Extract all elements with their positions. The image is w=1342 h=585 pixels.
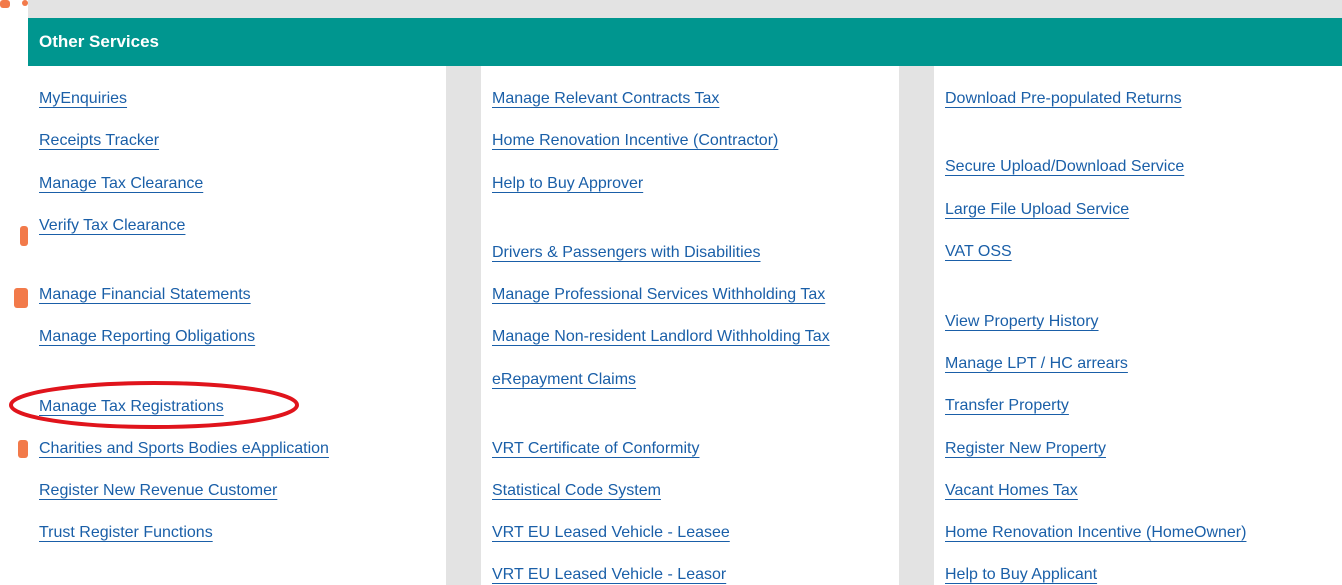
link-vacant-homes-tax[interactable]: Vacant Homes Tax	[945, 481, 1078, 501]
decorative-mark	[22, 0, 28, 6]
link-manage-tax-clearance[interactable]: Manage Tax Clearance	[39, 174, 203, 194]
link-manage-relevant-contracts-tax[interactable]: Manage Relevant Contracts Tax	[492, 89, 719, 109]
left-margin	[0, 0, 28, 585]
link-myenquiries[interactable]: MyEnquiries	[39, 89, 127, 109]
decorative-mark	[14, 288, 28, 308]
link-vrt-eu-leased-leasee[interactable]: VRT EU Leased Vehicle - Leasee	[492, 523, 730, 543]
page: Other Services MyEnquiries Receipts Trac…	[0, 0, 1342, 585]
services-column-1: MyEnquiries Receipts Tracker Manage Tax …	[28, 66, 446, 585]
other-services-panel: Other Services MyEnquiries Receipts Trac…	[28, 18, 1342, 585]
link-download-prepopulated-returns[interactable]: Download Pre-populated Returns	[945, 89, 1182, 109]
link-vat-oss[interactable]: VAT OSS	[945, 242, 1012, 262]
decorative-mark	[20, 226, 28, 246]
link-help-to-buy-approver[interactable]: Help to Buy Approver	[492, 174, 643, 194]
link-trust-register-functions[interactable]: Trust Register Functions	[39, 523, 213, 543]
link-register-new-revenue-customer[interactable]: Register New Revenue Customer	[39, 481, 277, 501]
link-drivers-passengers-disabilities[interactable]: Drivers & Passengers with Disabilities	[492, 243, 761, 263]
link-receipts-tracker[interactable]: Receipts Tracker	[39, 131, 159, 151]
panel-title: Other Services	[28, 18, 1342, 66]
decorative-mark	[18, 440, 28, 458]
link-statistical-code-system[interactable]: Statistical Code System	[492, 481, 661, 501]
link-manage-lpt-hc-arrears[interactable]: Manage LPT / HC arrears	[945, 354, 1128, 374]
link-secure-upload-download[interactable]: Secure Upload/Download Service	[945, 157, 1184, 177]
link-register-new-property[interactable]: Register New Property	[945, 439, 1106, 459]
link-vrt-certificate-conformity[interactable]: VRT Certificate of Conformity	[492, 439, 699, 459]
link-transfer-property[interactable]: Transfer Property	[945, 396, 1069, 416]
link-erepayment-claims[interactable]: eRepayment Claims	[492, 370, 636, 390]
link-manage-reporting-obligations[interactable]: Manage Reporting Obligations	[39, 327, 255, 347]
link-vrt-eu-leased-leasor[interactable]: VRT EU Leased Vehicle - Leasor	[492, 565, 726, 585]
link-non-resident-landlord-withholding[interactable]: Manage Non-resident Landlord Withholding…	[492, 327, 830, 347]
link-home-renovation-homeowner[interactable]: Home Renovation Incentive (HomeOwner)	[945, 523, 1246, 543]
decorative-mark	[0, 0, 10, 8]
link-manage-tax-registrations[interactable]: Manage Tax Registrations	[39, 397, 224, 417]
link-help-to-buy-applicant[interactable]: Help to Buy Applicant	[945, 565, 1097, 585]
services-column-3: Download Pre-populated Returns Secure Up…	[934, 66, 1342, 585]
link-professional-services-withholding[interactable]: Manage Professional Services Withholding…	[492, 285, 825, 305]
link-home-renovation-contractor[interactable]: Home Renovation Incentive (Contractor)	[492, 131, 778, 151]
link-verify-tax-clearance[interactable]: Verify Tax Clearance	[39, 216, 185, 236]
link-view-property-history[interactable]: View Property History	[945, 312, 1099, 332]
services-column-2: Manage Relevant Contracts Tax Home Renov…	[481, 66, 899, 585]
link-manage-financial-statements[interactable]: Manage Financial Statements	[39, 285, 251, 305]
link-large-file-upload[interactable]: Large File Upload Service	[945, 200, 1129, 220]
link-charities-sports-bodies[interactable]: Charities and Sports Bodies eApplication	[39, 439, 329, 459]
